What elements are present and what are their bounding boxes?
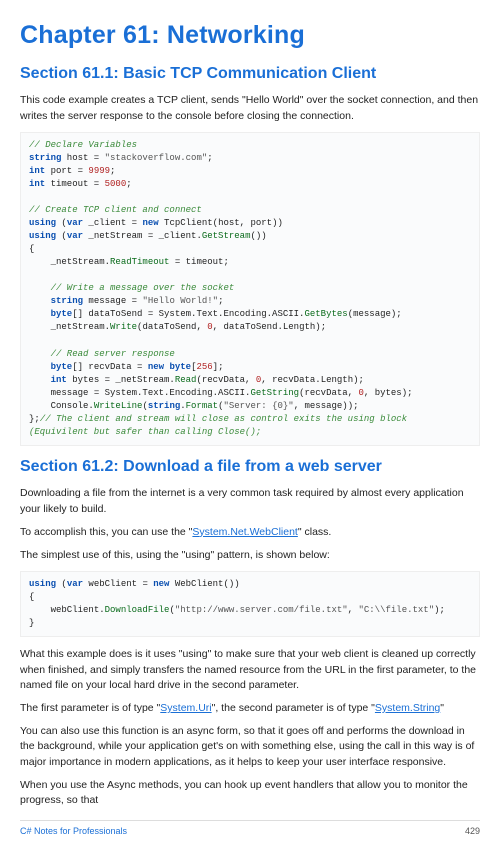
section2-p2: To accomplish this, you can use the "Sys…: [20, 525, 480, 540]
page-number: 429: [465, 825, 480, 838]
section2-title: Section 61.2: Download a file from a web…: [20, 456, 480, 478]
section2-p5: The first parameter is of type "System.U…: [20, 701, 480, 716]
chapter-title: Chapter 61: Networking: [20, 18, 480, 53]
section2-p4: What this example does is it uses "using…: [20, 647, 480, 693]
system-string-link[interactable]: System.String: [375, 702, 440, 714]
section1-intro: This code example creates a TCP client, …: [20, 93, 480, 123]
webclient-link[interactable]: System.Net.WebClient: [192, 526, 297, 538]
section2-p7: When you use the Async methods, you can …: [20, 778, 480, 808]
section2-p6: You can also use this function is an asy…: [20, 724, 480, 770]
section2-p3: The simplest use of this, using the "usi…: [20, 548, 480, 563]
system-uri-link[interactable]: System.Uri: [160, 702, 211, 714]
footer-title: C# Notes for Professionals: [20, 825, 127, 838]
section1-title: Section 61.1: Basic TCP Communication Cl…: [20, 63, 480, 85]
code-block-2: using (var webClient = new WebClient()) …: [20, 571, 480, 637]
section2-p1: Downloading a file from the internet is …: [20, 486, 480, 516]
code-block-1: // Declare Variables string host = "stac…: [20, 132, 480, 446]
page-footer: C# Notes for Professionals 429: [20, 820, 480, 838]
